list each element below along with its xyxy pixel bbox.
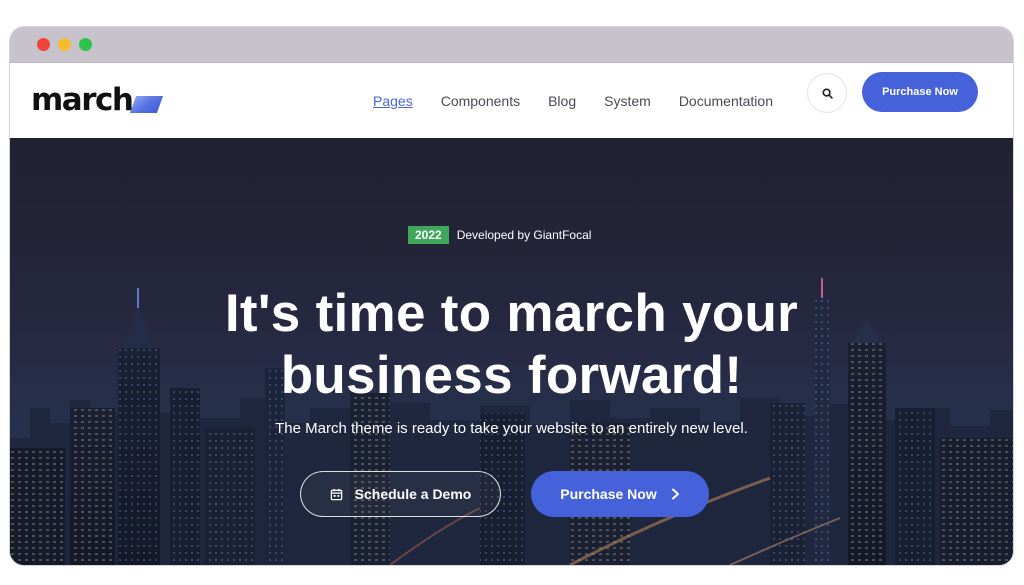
browser-window: march Pages Components Blog System Docum… bbox=[10, 27, 1013, 565]
year-badge: 2022 bbox=[408, 226, 449, 244]
hero-content: 2022 Developed by GiantFocal It's time t… bbox=[10, 138, 1013, 565]
developer-text: Developed by GiantFocal bbox=[456, 228, 592, 242]
hero-headline-line-1: It's time to march your bbox=[224, 284, 799, 343]
header-purchase-button[interactable]: Purchase Now bbox=[862, 72, 978, 112]
chevron-right-icon bbox=[671, 488, 680, 500]
minimize-window-button[interactable] bbox=[58, 38, 71, 51]
search-button[interactable] bbox=[807, 73, 847, 113]
nav-link-documentation[interactable]: Documentation bbox=[679, 93, 773, 109]
search-icon bbox=[821, 87, 833, 99]
calendar-icon bbox=[330, 488, 343, 501]
close-window-button[interactable] bbox=[37, 38, 50, 51]
logo-text: march bbox=[31, 82, 134, 118]
site-header: march Pages Components Blog System Docum… bbox=[10, 63, 1013, 140]
nav-link-blog[interactable]: Blog bbox=[548, 93, 576, 109]
schedule-demo-label: Schedule a Demo bbox=[354, 486, 472, 502]
window-titlebar bbox=[10, 27, 1013, 63]
main-nav: Pages Components Blog System Documentati… bbox=[373, 63, 801, 139]
hero-section: 2022 Developed by GiantFocal It's time t… bbox=[10, 138, 1013, 565]
hero-headline: It's time to march your business forward… bbox=[10, 283, 1013, 407]
nav-link-components[interactable]: Components bbox=[441, 93, 520, 109]
march-logo[interactable]: march bbox=[31, 77, 164, 118]
nav-link-pages[interactable]: Pages bbox=[373, 93, 413, 109]
logo-mark-icon bbox=[130, 96, 164, 113]
developer-badge-row: 2022 Developed by GiantFocal bbox=[408, 226, 591, 244]
hero-headline-line-2: business forward! bbox=[280, 346, 743, 405]
schedule-demo-button[interactable]: Schedule a Demo bbox=[300, 471, 501, 517]
hero-purchase-label: Purchase Now bbox=[560, 486, 657, 502]
maximize-window-button[interactable] bbox=[79, 38, 92, 51]
hero-subtitle: The March theme is ready to take your we… bbox=[275, 420, 748, 437]
nav-link-system[interactable]: System bbox=[604, 93, 651, 109]
hero-purchase-button[interactable]: Purchase Now bbox=[531, 471, 709, 517]
